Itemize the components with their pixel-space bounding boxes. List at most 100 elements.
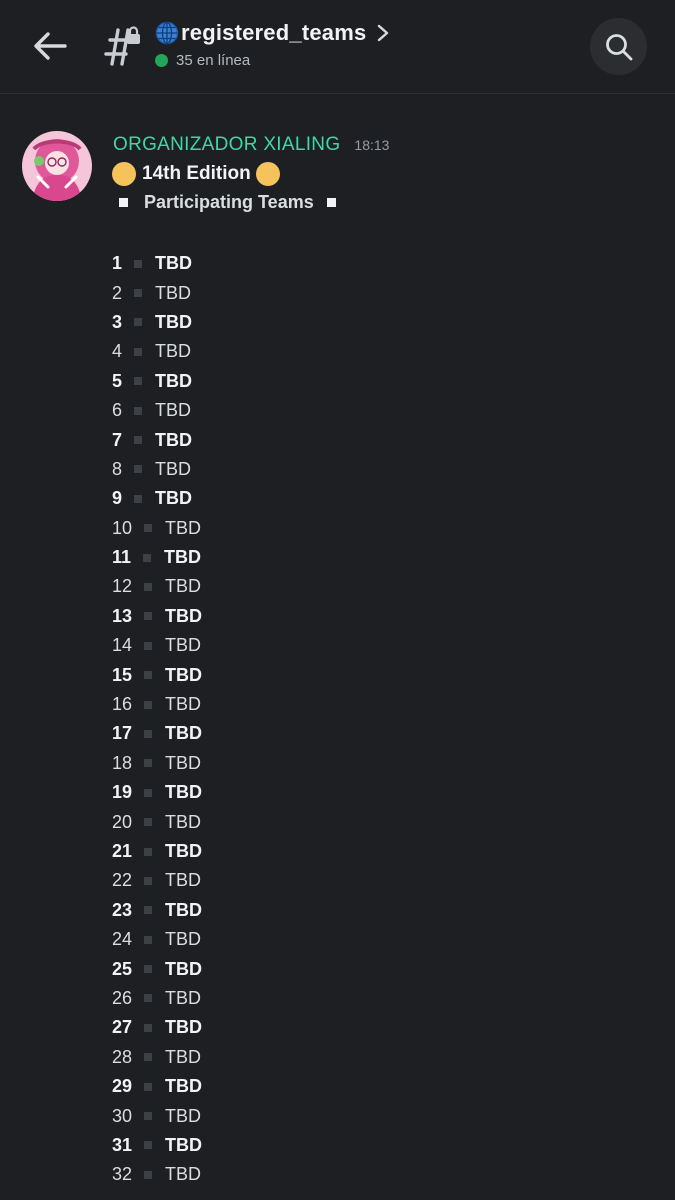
square-bullet-icon — [134, 377, 143, 386]
team-number: 26 — [112, 987, 133, 1008]
list-item: 26 TBD — [112, 984, 202, 1013]
team-name: TBD — [155, 488, 193, 509]
square-bullet-icon — [144, 1082, 153, 1091]
team-number: 31 — [112, 1134, 133, 1155]
team-number: 3 — [112, 311, 123, 332]
square-bullet-icon — [144, 876, 153, 885]
team-name: TBD — [165, 1105, 202, 1126]
team-name: TBD — [165, 1076, 203, 1097]
square-bullet-icon — [134, 406, 143, 415]
list-item: 13 TBD — [112, 602, 202, 631]
list-item: 6 TBD — [112, 396, 202, 425]
white-square-icon — [119, 198, 128, 207]
team-number: 22 — [112, 870, 133, 891]
team-name: TBD — [155, 282, 192, 303]
square-bullet-icon — [144, 906, 153, 915]
square-bullet-icon — [134, 347, 143, 356]
list-item: 31 TBD — [112, 1131, 202, 1160]
team-name: TBD — [155, 253, 193, 274]
list-item: 27 TBD — [112, 1013, 202, 1042]
list-item: 22 TBD — [112, 866, 202, 895]
team-number: 1 — [112, 253, 123, 274]
edition-text: 14th Edition — [142, 163, 251, 184]
team-number: 23 — [112, 899, 133, 920]
team-name: TBD — [165, 723, 203, 744]
channel-title: registered_teams — [181, 20, 367, 45]
back-button[interactable] — [28, 26, 72, 66]
team-number: 18 — [112, 752, 133, 773]
square-bullet-icon — [143, 553, 152, 562]
list-item: 10 TBD — [112, 514, 202, 543]
list-item: 7 TBD — [112, 425, 202, 454]
online-count: 35 en línea — [176, 52, 251, 69]
square-bullet-icon — [144, 641, 153, 650]
square-bullet-icon — [134, 259, 143, 268]
list-item: 15 TBD — [112, 660, 202, 689]
team-number: 27 — [112, 1017, 133, 1038]
team-number: 21 — [112, 841, 133, 861]
search-button[interactable] — [590, 18, 647, 75]
list-item: 3 TBD — [112, 308, 202, 337]
team-name: TBD — [165, 958, 203, 979]
online-status-dot — [155, 54, 168, 67]
list-item: 30 TBD — [112, 1101, 202, 1130]
avatar-image — [22, 131, 92, 201]
search-icon — [605, 33, 632, 60]
square-bullet-icon — [144, 759, 153, 768]
avatar[interactable] — [22, 131, 92, 201]
team-number: 29 — [112, 1076, 133, 1097]
list-item: 20 TBD — [112, 807, 202, 836]
list-item: 18 TBD — [112, 749, 202, 778]
author-name[interactable]: ORGANIZADOR XIALING — [113, 134, 340, 156]
square-bullet-icon — [144, 935, 153, 944]
list-item: 14 TBD — [112, 631, 202, 660]
team-number: 8 — [112, 458, 123, 479]
team-number: 16 — [112, 694, 133, 715]
channel-title-area[interactable]: registered_teams 35 en línea — [155, 20, 390, 69]
team-name: TBD — [165, 811, 202, 832]
square-bullet-icon — [144, 847, 153, 856]
white-square-icon — [326, 198, 336, 207]
team-number: 32 — [112, 1164, 133, 1185]
team-name: TBD — [165, 899, 203, 920]
team-number: 11 — [112, 547, 132, 568]
team-name: TBD — [165, 841, 203, 861]
square-bullet-icon — [144, 1112, 153, 1121]
square-bullet-icon — [144, 582, 153, 591]
list-item: 5 TBD — [112, 367, 202, 396]
square-bullet-icon — [144, 700, 153, 709]
list-item: 8 TBD — [112, 455, 202, 484]
square-bullet-icon — [144, 729, 153, 738]
square-bullet-icon — [144, 965, 153, 974]
square-bullet-icon — [144, 818, 153, 827]
team-number: 9 — [112, 488, 123, 509]
list-item: 32 TBD — [112, 1160, 202, 1189]
team-number: 19 — [112, 782, 133, 803]
square-bullet-icon — [144, 788, 153, 797]
list-item: 11 TBD — [112, 543, 202, 572]
team-name: TBD — [165, 664, 203, 685]
team-name: TBD — [164, 547, 202, 568]
list-item: 29 TBD — [112, 1072, 202, 1101]
locked-hash-icon — [104, 26, 140, 66]
square-bullet-icon — [144, 994, 153, 1003]
team-name: TBD — [155, 429, 193, 450]
team-number: 6 — [112, 400, 123, 421]
team-name: TBD — [155, 370, 193, 391]
team-number: 4 — [112, 341, 123, 362]
list-item: 9 TBD — [112, 484, 202, 513]
team-number: 25 — [112, 958, 133, 979]
team-number: 15 — [112, 664, 133, 685]
subtitle-text: Participating Teams — [144, 192, 314, 212]
team-name: TBD — [165, 752, 202, 773]
square-bullet-icon — [144, 1170, 153, 1179]
chevron-right-icon — [378, 24, 389, 42]
team-number: 5 — [112, 370, 123, 391]
team-name: TBD — [165, 929, 202, 950]
team-name: TBD — [165, 1134, 203, 1155]
list-item: 12 TBD — [112, 572, 202, 601]
square-bullet-icon — [134, 436, 143, 445]
team-number: 20 — [112, 811, 133, 832]
team-number: 2 — [112, 282, 123, 303]
team-name: TBD — [155, 400, 192, 421]
